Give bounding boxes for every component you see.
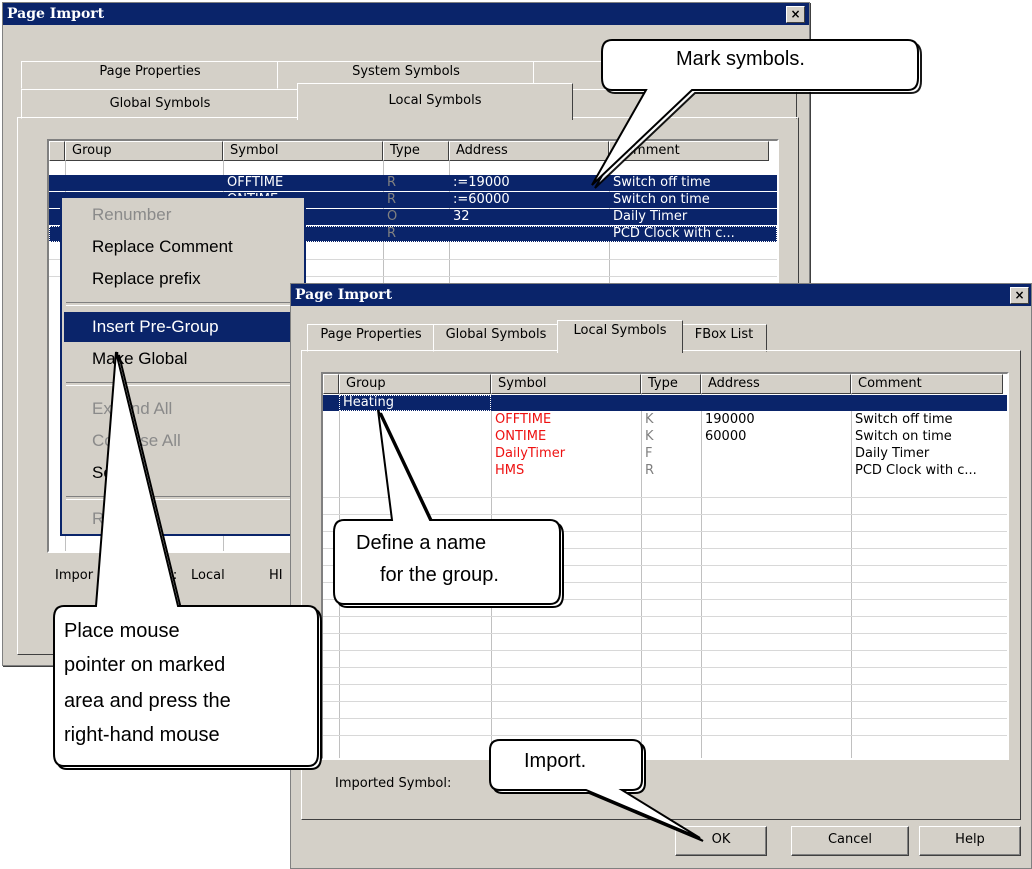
type-cell: O — [387, 209, 398, 224]
type-cell: F — [645, 446, 653, 461]
address-cell: :=19000 — [453, 175, 510, 190]
symbol-cell: HMS — [495, 463, 525, 478]
symbol-cell: ONTIME — [495, 429, 547, 444]
tab-page-properties[interactable]: Page Properties — [307, 324, 435, 352]
menu-item-replace-comment[interactable]: Replace Comment — [64, 232, 302, 262]
menu-item-renumber[interactable]: Renumber — [64, 200, 302, 230]
back-dialog-title: Page Import — [3, 3, 809, 25]
menu-item-remove[interactable]: Remove — [64, 504, 302, 534]
back-tab-local-symbols[interactable]: Local Symbols — [297, 83, 573, 120]
tab-label: Local Symbols — [573, 323, 667, 338]
address-cell — [701, 446, 851, 462]
group-cell[interactable]: Heating — [339, 395, 491, 411]
comment-cell: PCD Clock with c... — [613, 226, 735, 241]
callout-define-line1: Define a name — [356, 532, 487, 554]
back-col-address[interactable]: Address — [449, 141, 609, 161]
tab-label: Page Properties — [99, 64, 201, 79]
back-tab-page-properties[interactable]: Page Properties — [21, 61, 279, 89]
type-cell: R — [387, 175, 397, 190]
ok-button[interactable]: OK — [675, 826, 767, 856]
col-address[interactable]: Address — [701, 374, 851, 394]
menu-separator — [66, 496, 300, 500]
tab-label: Page Properties — [320, 327, 422, 342]
tab-label: Local Symbols — [388, 93, 482, 108]
col-type[interactable]: Type — [641, 374, 701, 394]
callout-define-line2: for the group. — [380, 564, 499, 586]
menu-separator — [66, 302, 300, 306]
back-col-comment[interactable]: Comment — [609, 141, 769, 161]
col-selector — [323, 374, 339, 394]
front-dialog-close-button[interactable]: × — [1010, 287, 1029, 304]
back-col-type[interactable]: Type — [383, 141, 449, 161]
table-row[interactable]: OFFTIME K 190000 Switch off time — [323, 412, 1007, 428]
back-footer-extra: HI — [269, 568, 283, 583]
col-comment[interactable]: Comment — [851, 374, 1003, 394]
comment-cell: Daily Timer — [613, 209, 688, 224]
help-button[interactable]: Help — [919, 826, 1021, 856]
type-cell: K — [645, 412, 654, 427]
context-menu: Renumber Replace Comment Replace prefix … — [60, 196, 306, 536]
cancel-button[interactable]: Cancel — [791, 826, 909, 856]
type-cell: K — [645, 429, 654, 444]
menu-item-expand-all[interactable]: Expand All — [64, 394, 302, 424]
menu-separator — [66, 382, 300, 386]
back-col-selector — [49, 141, 65, 161]
menu-item-insert-pre-group[interactable]: Insert Pre-Group — [64, 312, 302, 342]
tab-fbox-list[interactable]: FBox List — [681, 324, 767, 352]
address-cell: 190000 — [705, 412, 755, 427]
comment-cell: Switch on time — [855, 429, 952, 444]
comment-cell: Switch off time — [855, 412, 953, 427]
address-cell: 60000 — [705, 429, 747, 444]
callout-place-line1: Place mouse — [64, 620, 180, 642]
symbol-cell: OFFTIME — [227, 175, 284, 190]
back-col-symbol[interactable]: Symbol — [223, 141, 383, 161]
menu-item-replace-prefix[interactable]: Replace prefix — [64, 264, 302, 294]
address-cell: 32 — [453, 209, 470, 224]
callout-place-line2: pointer on marked — [64, 654, 226, 676]
imported-symbol-label: Imported Symbol: — [335, 776, 452, 791]
back-dialog-close-button[interactable]: × — [786, 6, 805, 23]
tab-label: Global Symbols — [109, 96, 211, 111]
menu-item-sort-all[interactable]: Sort All — [64, 458, 302, 488]
symbol-cell: DailyTimer — [495, 446, 566, 461]
symbol-cell: OFFTIME — [495, 412, 552, 427]
type-cell: R — [645, 463, 655, 478]
comment-cell: Switch off time — [613, 175, 711, 190]
tab-label: Global Symbols — [445, 327, 547, 342]
callout-import-text: Import. — [524, 750, 587, 772]
table-row[interactable]: HMS R PCD Clock with c... — [323, 463, 1007, 479]
front-dialog-title: Page Import — [291, 284, 1031, 306]
tab-label: System Symbols — [352, 64, 460, 79]
type-cell: R — [387, 226, 397, 241]
menu-item-collapse-all[interactable]: Collapse All — [64, 426, 302, 456]
tab-global-symbols[interactable]: Global Symbols — [433, 324, 559, 352]
back-col-group[interactable]: Group — [65, 141, 223, 161]
address-cell — [701, 463, 851, 479]
type-cell: R — [387, 192, 397, 207]
tab-label: N — [659, 64, 669, 79]
comment-cell: Daily Timer — [855, 446, 930, 461]
menu-item-make-global[interactable]: Make Global — [64, 344, 302, 374]
footer-label: Impor — [55, 568, 94, 583]
col-symbol[interactable]: Symbol — [491, 374, 641, 394]
back-footer-mid: bol: — [153, 568, 178, 583]
back-imported-symbol-value: Local — [191, 568, 225, 583]
comment-cell: Switch on time — [613, 192, 710, 207]
table-row[interactable]: ONTIME K 60000 Switch on time — [323, 429, 1007, 445]
tab-local-symbols[interactable]: Local Symbols — [557, 320, 683, 353]
back-imported-symbol-label: Impor — [55, 568, 93, 583]
table-row[interactable]: DailyTimer F Daily Timer — [323, 446, 1007, 462]
table-row[interactable]: OFFTIME R :=19000 Switch off time — [49, 175, 777, 191]
address-cell: :=60000 — [453, 192, 510, 207]
back-tab-blank[interactable] — [571, 89, 797, 119]
tab-label: FBox List — [694, 327, 754, 342]
comment-cell: PCD Clock with c... — [855, 463, 977, 478]
back-tab-global-symbols[interactable]: Global Symbols — [21, 89, 299, 119]
callout-place-line3: area and press the — [64, 690, 231, 712]
col-group[interactable]: Group — [339, 374, 491, 394]
callout-place-line4: right-hand mouse — [64, 724, 220, 746]
group-row[interactable]: Heating — [323, 395, 1007, 411]
callout-mark-symbols-text: Mark symbols. — [676, 48, 805, 70]
